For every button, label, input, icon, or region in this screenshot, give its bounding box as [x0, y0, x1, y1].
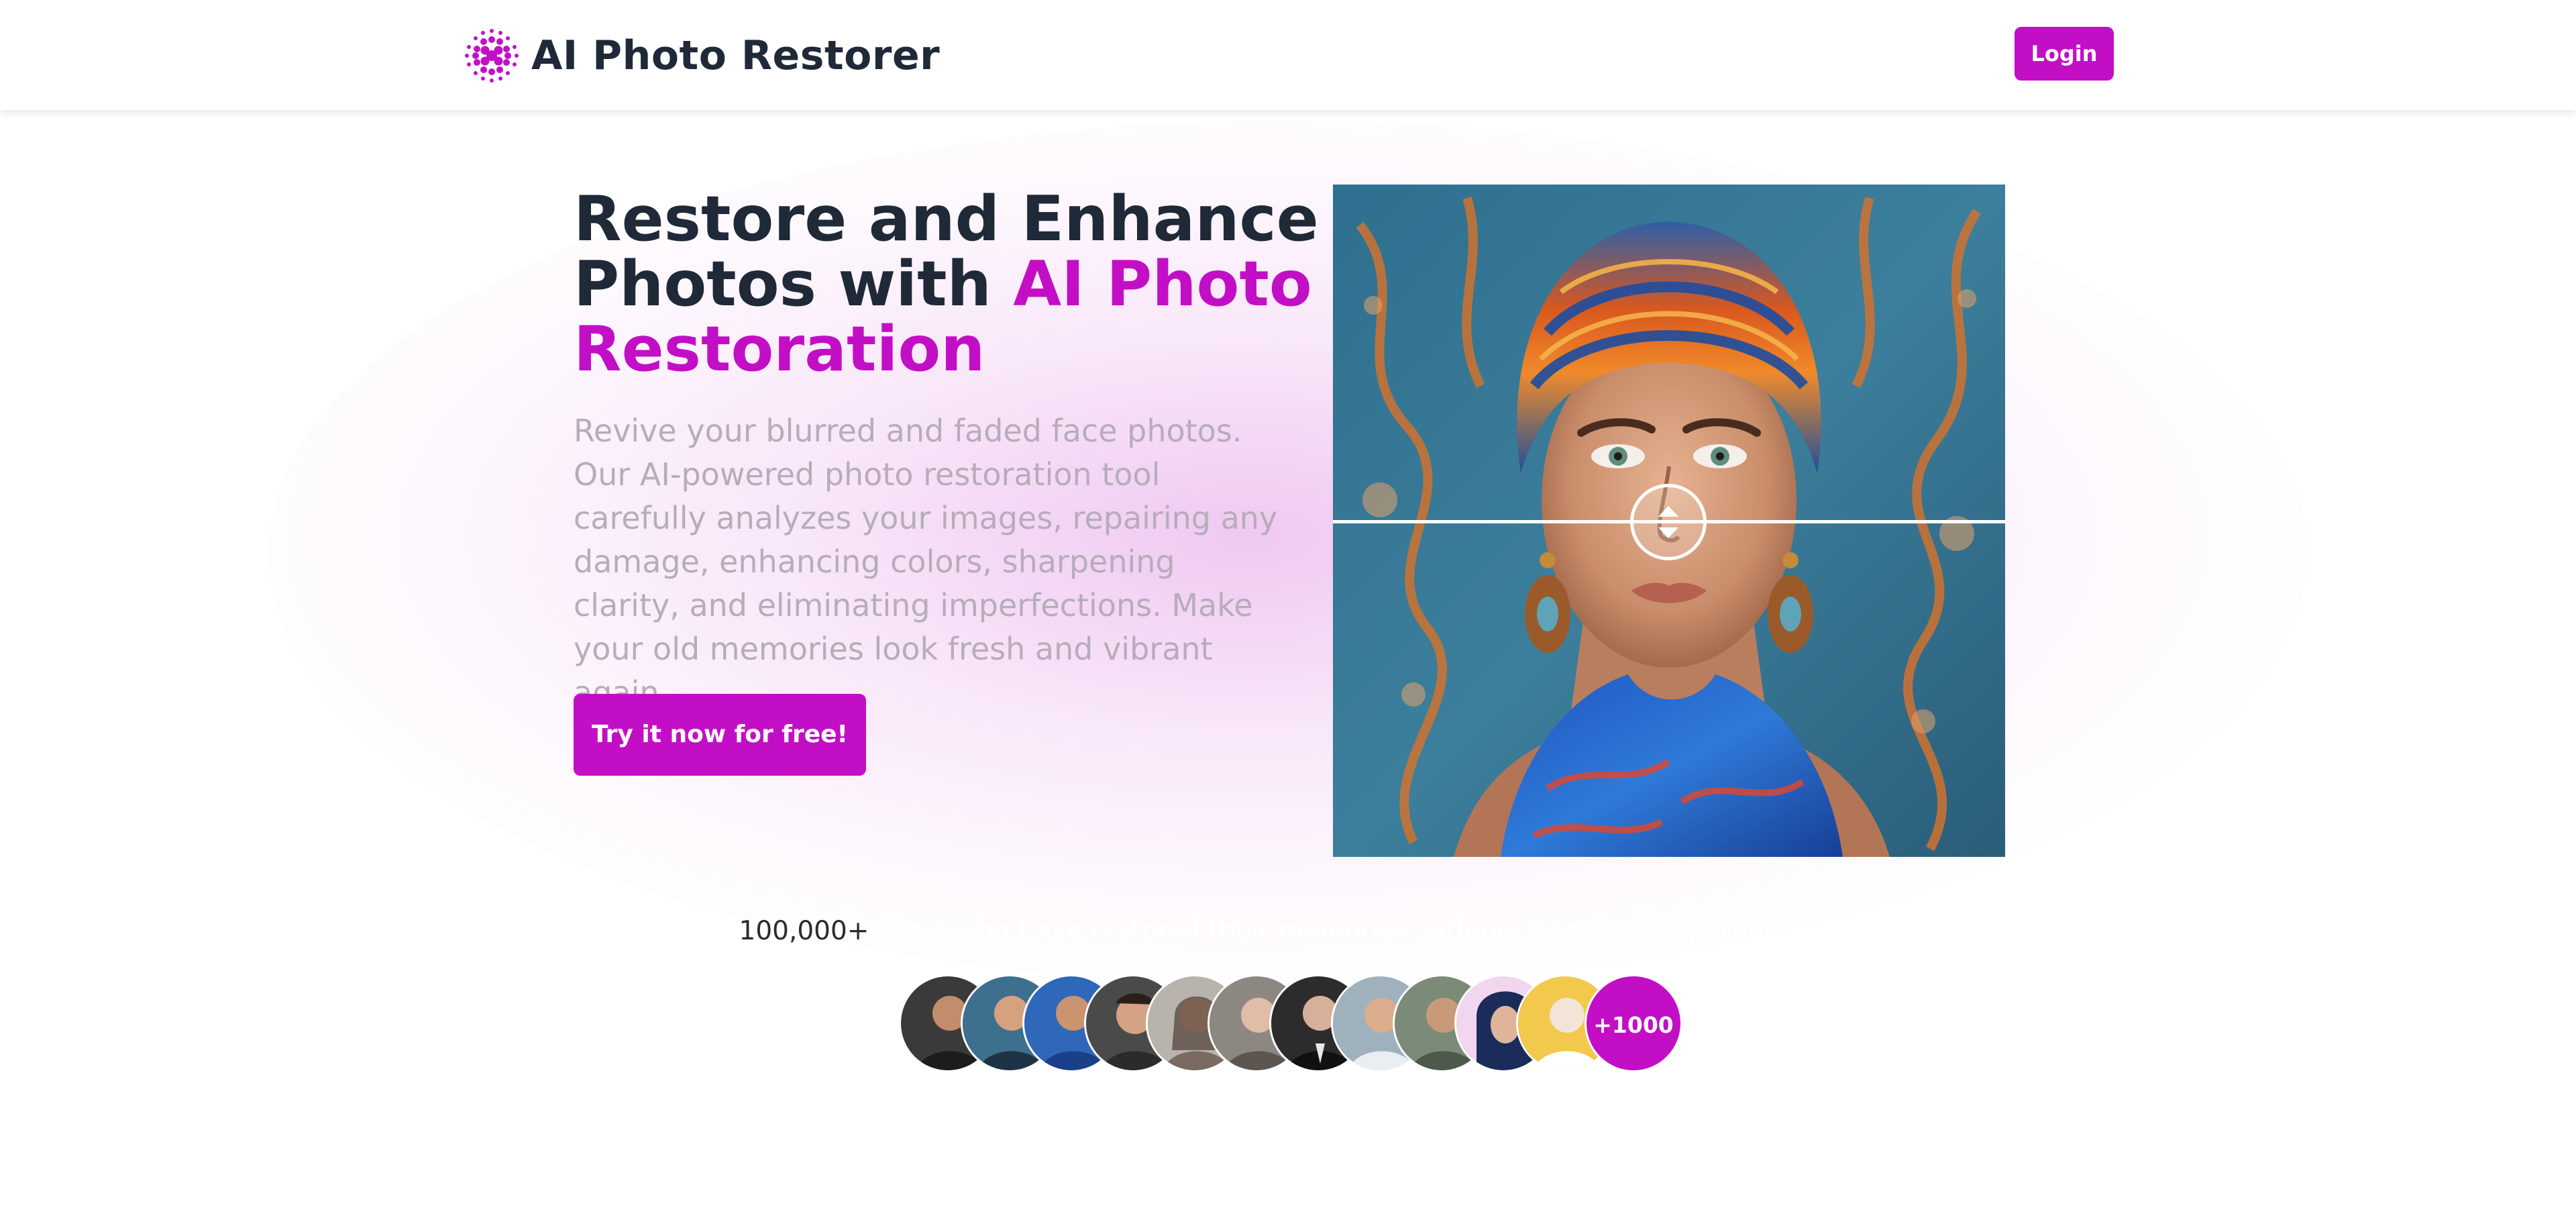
top-nav: AI Photo Restorer Login	[0, 0, 2576, 110]
before-after-comparison[interactable]	[1333, 185, 2005, 857]
brand-name[interactable]: AI Photo Restorer	[531, 32, 940, 79]
try-free-button[interactable]: Try it now for free!	[574, 694, 866, 776]
trusted-by-text: Trusted by 100,000+ users who have resto…	[0, 913, 2576, 950]
user-count: 100,000+	[739, 916, 869, 946]
trusted-prefix: Trusted by	[594, 916, 731, 946]
comparison-slider-handle[interactable]	[1630, 484, 1707, 560]
trusted-suffix: users who have restored their memories w…	[877, 916, 1982, 946]
up-down-arrows-icon	[1658, 506, 1678, 538]
hero-headline: Restore and Enhance Photos with AI Photo…	[574, 187, 1332, 382]
hero-description: Revive your blurred and faded face photo…	[574, 413, 1278, 711]
login-button[interactable]: Login	[2015, 27, 2114, 81]
page: AI Photo Restorer Login Restore and Enha…	[0, 0, 2576, 1232]
dot-matrix-logo-icon[interactable]	[463, 27, 521, 85]
more-users-badge: +1000	[1585, 974, 1682, 1072]
